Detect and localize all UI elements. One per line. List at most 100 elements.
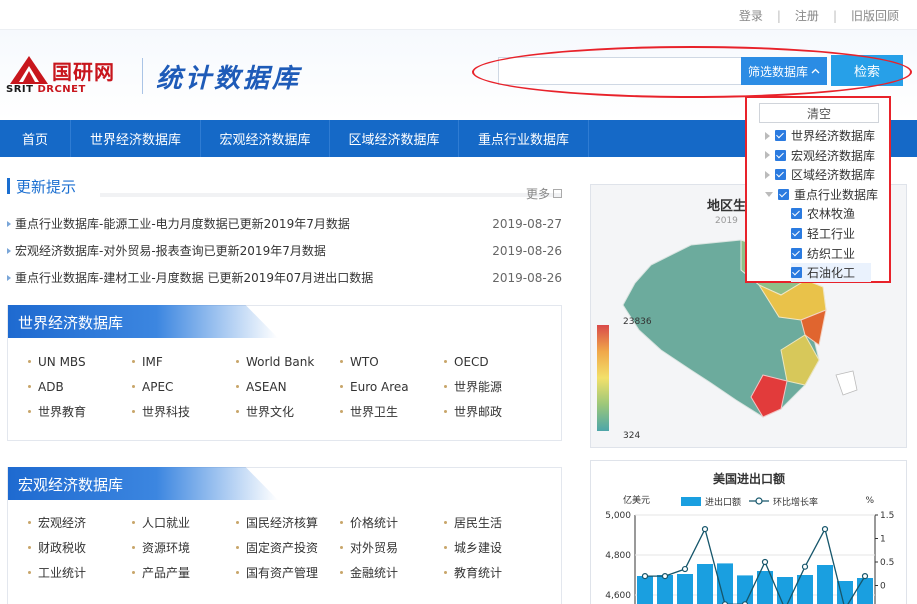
db-link[interactable]: 价格统计 xyxy=(340,514,444,531)
db-link[interactable]: World Bank xyxy=(236,353,340,370)
checkbox-checked-icon[interactable] xyxy=(791,228,802,239)
db-link[interactable]: 国有资产管理 xyxy=(236,564,340,581)
db-link[interactable]: UN MBS xyxy=(28,353,132,370)
login-link[interactable]: 登录 xyxy=(739,7,763,24)
chart-point[interactable] xyxy=(681,565,689,573)
tree-node[interactable]: 宏观经济数据库 xyxy=(765,146,875,165)
nav-industry-db[interactable]: 重点行业数据库 xyxy=(459,120,589,157)
bullet-dot-icon xyxy=(444,360,447,363)
register-link[interactable]: 注册 xyxy=(795,7,819,24)
nav-home[interactable]: 首页 xyxy=(0,120,71,157)
db-link[interactable]: 金融统计 xyxy=(340,564,444,581)
db-link[interactable]: 世界邮政 xyxy=(444,403,548,420)
checkbox-checked-icon[interactable] xyxy=(791,208,802,220)
chart-bar[interactable] xyxy=(737,575,753,604)
nav-macro-db[interactable]: 宏观经济数据库 xyxy=(201,120,330,157)
chart-bar[interactable] xyxy=(677,574,693,604)
db-link[interactable]: 资源环境 xyxy=(132,539,236,556)
db-link[interactable]: 世界文化 xyxy=(236,403,340,420)
search-input[interactable] xyxy=(498,57,742,85)
db-link[interactable]: 人口就业 xyxy=(132,514,236,531)
checkbox-checked-icon[interactable] xyxy=(775,169,786,181)
caret-right-icon[interactable] xyxy=(765,131,770,140)
db-link[interactable]: 世界教育 xyxy=(28,403,132,420)
db-link[interactable]: IMF xyxy=(132,353,236,370)
world-db-title: 世界经济数据库 xyxy=(18,314,124,332)
list-item-date: 2019-08-27 xyxy=(492,216,562,231)
checkbox-checked-icon[interactable] xyxy=(778,188,789,200)
db-link[interactable]: OECD xyxy=(444,353,548,370)
db-link[interactable]: 居民生活 xyxy=(444,514,548,531)
db-link[interactable]: 宏观经济 xyxy=(28,514,132,531)
checkbox-checked-icon[interactable] xyxy=(775,149,786,161)
tree-leaf[interactable]: 轻工行业 xyxy=(791,224,855,243)
chart-point[interactable] xyxy=(641,572,649,580)
caret-right-icon[interactable] xyxy=(765,151,770,160)
chart-point[interactable] xyxy=(761,558,769,566)
chart-bar[interactable] xyxy=(697,564,713,604)
db-link[interactable]: 世界卫生 xyxy=(340,403,444,420)
db-link[interactable]: 财政税收 xyxy=(28,539,132,556)
tree-node[interactable]: 世界经济数据库 xyxy=(765,126,875,145)
db-link[interactable]: 固定资产投资 xyxy=(236,539,340,556)
db-link[interactable]: 城乡建设 xyxy=(444,539,548,556)
db-link[interactable]: 世界能源 xyxy=(444,378,548,395)
tree-node[interactable]: 重点行业数据库 xyxy=(765,185,878,204)
list-item[interactable]: 宏观经济数据库-对外贸易-报表查询已更新2019年7月数据 2019-08-26 xyxy=(7,237,562,264)
bullet-dot-icon xyxy=(236,385,239,388)
chart-point[interactable] xyxy=(701,525,709,533)
bullet-dot-icon xyxy=(132,571,135,574)
checkbox-checked-icon[interactable] xyxy=(791,267,802,279)
filter-dropdown: 清空 世界经济数据库 宏观经济数据库 区域经济数据库 重点行业数据库 农林牧渔 轻工行业纺… xyxy=(745,96,891,283)
chart-bar[interactable] xyxy=(637,576,653,604)
tree-node[interactable]: 区域经济数据库 xyxy=(765,165,875,184)
clear-button[interactable]: 清空 xyxy=(759,103,879,123)
chart-point[interactable] xyxy=(661,572,669,580)
tree-leaf[interactable]: 石油化工 xyxy=(791,263,871,283)
list-item[interactable]: 重点行业数据库-建材工业-月度数据 已更新2019年07月进出口数据 2019-… xyxy=(7,264,562,291)
chart-bar[interactable] xyxy=(657,575,673,604)
map-legend-min: 324 xyxy=(623,431,641,441)
caret-right-icon[interactable] xyxy=(765,170,770,179)
search-button[interactable]: 检索 xyxy=(831,55,903,86)
db-link[interactable]: 国民经济核算 xyxy=(236,514,340,531)
db-link[interactable]: APEC xyxy=(132,378,236,395)
chart-bar[interactable] xyxy=(817,565,833,604)
chart-unit-right: % xyxy=(865,496,874,506)
tree-leaf[interactable]: 纺织工业 xyxy=(791,244,855,263)
db-link[interactable]: ADB xyxy=(28,378,132,395)
tree-leaf[interactable]: 农林牧渔 xyxy=(791,204,855,223)
db-link[interactable]: 工业统计 xyxy=(28,564,132,581)
left-tick-label: 4,800 xyxy=(605,551,631,561)
db-link[interactable]: 对外贸易 xyxy=(340,539,444,556)
db-link-label: WTO xyxy=(350,354,379,369)
chart-point[interactable] xyxy=(821,525,829,533)
more-link[interactable]: 更多 xyxy=(526,185,563,202)
caret-down-icon[interactable] xyxy=(765,191,773,197)
db-link[interactable]: 产品产量 xyxy=(132,564,236,581)
checkbox-checked-icon[interactable] xyxy=(775,130,786,141)
chart-point[interactable] xyxy=(861,572,869,580)
db-link[interactable]: 教育统计 xyxy=(444,564,548,581)
checkbox-checked-icon[interactable] xyxy=(791,247,802,259)
legend-line-marker xyxy=(755,497,763,505)
right-tick-label: 1 xyxy=(880,535,886,545)
bullet-dot-icon xyxy=(132,546,135,549)
chart-point[interactable] xyxy=(801,563,809,570)
chart-bar[interactable] xyxy=(857,578,873,604)
top-links: 登录 | 注册 | 旧版回顾 xyxy=(739,7,899,24)
db-link[interactable]: 世界科技 xyxy=(132,403,236,420)
list-item[interactable]: 重点行业数据库-能源工业-电力月度数据已更新2019年7月数据 2019-08-… xyxy=(7,210,562,237)
right-tick-label: 1.5 xyxy=(880,511,894,521)
db-link[interactable]: ASEAN xyxy=(236,378,340,395)
updates-divider xyxy=(100,193,562,197)
db-link[interactable]: Euro Area xyxy=(340,378,444,395)
chart-bar[interactable] xyxy=(777,577,793,604)
bullet-dot-icon xyxy=(236,546,239,549)
nav-world-db[interactable]: 世界经济数据库 xyxy=(71,120,201,157)
filter-database-button[interactable]: 筛选数据库 xyxy=(741,57,827,85)
bullet-dot-icon xyxy=(340,521,343,524)
old-version-link[interactable]: 旧版回顾 xyxy=(851,7,899,24)
nav-regional-db[interactable]: 区域经济数据库 xyxy=(330,120,459,157)
db-link[interactable]: WTO xyxy=(340,353,444,370)
